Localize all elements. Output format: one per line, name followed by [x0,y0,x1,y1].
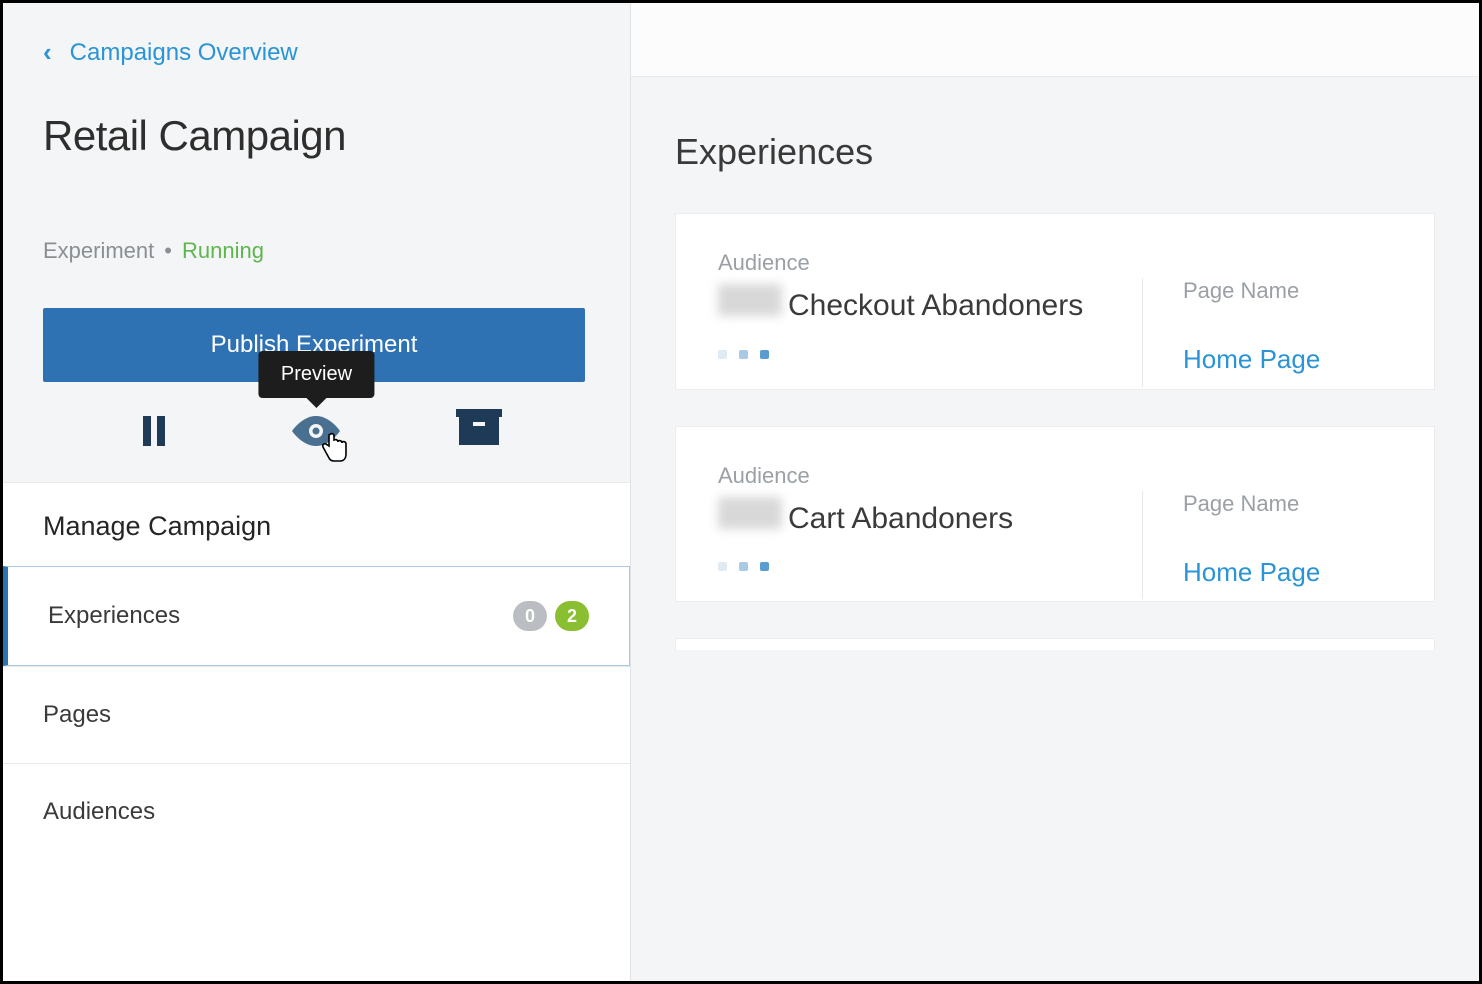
page-title: Retail Campaign [43,112,590,160]
page-link[interactable]: Home Page [1183,344,1392,375]
sidebar-item-label: Pages [43,701,111,729]
sidebar-item-label: Audiences [43,798,155,826]
sidebar: ‹ Campaigns Overview Retail Campaign Exp… [3,3,631,981]
preview-tooltip: Preview [259,351,374,398]
progress-dots [718,350,1142,359]
eye-icon [292,416,340,446]
audience-name: Checkout Abandoners [718,284,1142,328]
experiences-heading: Experiences [675,131,1435,173]
pause-icon [143,416,165,446]
experience-card[interactable]: Audience Cart Abandoners Page Name Home … [675,426,1435,603]
archive-icon [459,417,499,445]
sidebar-item-experiences[interactable]: Experiences 0 2 [3,566,630,666]
sidebar-item-audiences[interactable]: Audiences [3,763,630,860]
archive-button[interactable] [449,408,509,454]
redacted-text [718,284,782,316]
manage-campaign-section: Manage Campaign Experiences 0 2 Pages Au… [3,482,630,981]
page-link[interactable]: Home Page [1183,557,1392,588]
audience-label: Audience [718,250,1142,276]
sidebar-item-label: Experiences [48,602,180,630]
chevron-left-icon: ‹ [43,37,52,68]
main-header-strip [631,3,1479,77]
main-content: Experiences Audience Checkout Abandoners… [631,3,1479,981]
audience-label: Audience [718,463,1142,489]
page-name-label: Page Name [1183,491,1392,517]
pause-button[interactable] [124,408,184,454]
badge-draft-count: 0 [513,601,547,631]
experiment-type-label: Experiment [43,238,154,264]
status-badge: Running [182,238,264,264]
manage-section-title: Manage Campaign [3,483,630,566]
experience-card[interactable]: Audience Checkout Abandoners Page Name H… [675,213,1435,390]
audience-name: Cart Abandoners [718,497,1142,541]
status-separator: • [164,238,172,264]
status-row: Experiment • Running [43,238,590,264]
experience-card-peek [675,638,1435,650]
redacted-text [718,497,782,529]
badge-running-count: 2 [555,601,589,631]
progress-dots [718,562,1142,571]
preview-button[interactable]: Preview [286,408,346,454]
breadcrumb-back[interactable]: ‹ Campaigns Overview [43,37,298,68]
page-name-label: Page Name [1183,278,1392,304]
sidebar-item-pages[interactable]: Pages [3,666,630,763]
breadcrumb-label: Campaigns Overview [70,39,298,67]
